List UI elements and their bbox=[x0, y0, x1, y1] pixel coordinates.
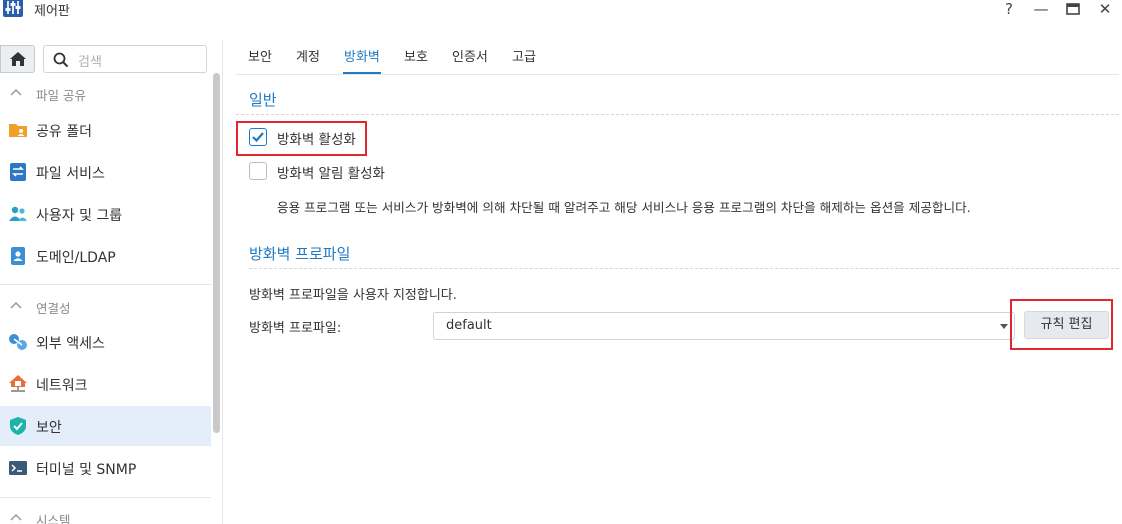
sidebar-item-label: 보안 bbox=[36, 420, 62, 436]
sidebar-item-label: 네트워크 bbox=[36, 378, 88, 394]
sidebar-item-label: 터미널 및 SNMP bbox=[36, 462, 137, 478]
users-groups-icon bbox=[9, 206, 27, 221]
tab-protection[interactable]: 보호 bbox=[404, 46, 428, 65]
tab-certificate[interactable]: 인증서 bbox=[452, 46, 488, 65]
chevron-up-icon bbox=[10, 513, 22, 521]
tab-security[interactable]: 보안 bbox=[248, 46, 272, 65]
title-bar: 제어판 ? — ✕ bbox=[0, 0, 1122, 19]
shared-folder-icon bbox=[9, 124, 27, 137]
sidebar-divider bbox=[0, 284, 211, 285]
firewall-profile-value: default bbox=[446, 318, 492, 333]
search-input[interactable]: 검색 bbox=[43, 45, 207, 73]
section-title-general: 일반 bbox=[249, 91, 277, 109]
active-tab-indicator bbox=[343, 72, 381, 74]
section-title-profile: 방화벽 프로파일 bbox=[249, 245, 351, 263]
sidebar-border bbox=[222, 40, 223, 524]
category-label: 파일 공유 bbox=[36, 88, 86, 103]
notification-description: 응용 프로그램 또는 서비스가 방화벽에 의해 차단될 때 알려주고 해당 서비… bbox=[277, 200, 971, 215]
enable-firewall-checkbox[interactable] bbox=[249, 128, 267, 146]
firewall-profile-select[interactable]: default bbox=[433, 312, 1015, 340]
window-title: 제어판 bbox=[34, 4, 70, 19]
edit-rules-button[interactable]: 규칙 편집 bbox=[1024, 311, 1109, 339]
maximize-icon[interactable] bbox=[1063, 0, 1083, 18]
control-panel-app-icon bbox=[3, 0, 23, 17]
profile-description: 방화벽 프로파일을 사용자 지정합니다. bbox=[249, 288, 457, 303]
tabs-divider bbox=[236, 74, 1119, 75]
sidebar-scrollbar[interactable] bbox=[213, 73, 220, 433]
sidebar-divider bbox=[0, 497, 211, 498]
file-services-icon bbox=[10, 163, 26, 181]
sidebar-item-label: 공유 폴더 bbox=[36, 124, 92, 140]
category-label: 시스템 bbox=[36, 513, 71, 524]
section-divider bbox=[236, 114, 1119, 115]
home-icon bbox=[10, 52, 26, 66]
checkmark-icon bbox=[252, 132, 264, 143]
category-file-sharing[interactable]: 파일 공유 bbox=[0, 83, 210, 105]
sidebar-item-shared-folder[interactable]: 공유 폴더 bbox=[0, 110, 211, 150]
external-access-icon bbox=[9, 334, 27, 350]
enable-firewall-label: 방화벽 활성화 bbox=[277, 132, 356, 148]
sidebar-item-external-access[interactable]: 외부 액세스 bbox=[0, 322, 211, 362]
tab-advanced[interactable]: 고급 bbox=[512, 46, 536, 65]
profile-field-label: 방화벽 프로파일: bbox=[249, 321, 342, 336]
sidebar-item-file-services[interactable]: 파일 서비스 bbox=[0, 152, 211, 192]
sidebar-item-terminal-snmp[interactable]: 터미널 및 SNMP bbox=[0, 448, 211, 488]
help-icon[interactable]: ? bbox=[999, 0, 1019, 18]
chevron-up-icon bbox=[10, 301, 22, 309]
sidebar-item-network[interactable]: 네트워크 bbox=[0, 364, 211, 404]
terminal-icon bbox=[9, 461, 27, 475]
enable-notifications-label: 방화벽 알림 활성화 bbox=[277, 166, 385, 182]
category-label: 연결성 bbox=[36, 301, 71, 316]
search-icon bbox=[53, 52, 69, 68]
network-icon bbox=[9, 375, 27, 392]
chevron-down-icon bbox=[1000, 324, 1008, 329]
tab-firewall[interactable]: 방화벽 bbox=[344, 46, 380, 65]
sidebar-item-label: 파일 서비스 bbox=[36, 166, 105, 182]
sidebar-item-label: 외부 액세스 bbox=[36, 336, 105, 352]
sidebar-item-security[interactable]: 보안 bbox=[0, 406, 211, 446]
chevron-up-icon bbox=[10, 88, 22, 96]
section-divider bbox=[249, 268, 1119, 269]
sidebar-item-label: 사용자 및 그룹 bbox=[36, 208, 123, 224]
sidebar-item-label: 도메인/LDAP bbox=[36, 250, 116, 266]
enable-notifications-checkbox[interactable] bbox=[249, 162, 267, 180]
category-connectivity[interactable]: 연결성 bbox=[0, 296, 210, 318]
tab-account[interactable]: 계정 bbox=[296, 46, 320, 65]
close-icon[interactable]: ✕ bbox=[1095, 0, 1115, 18]
sidebar-item-domain-ldap[interactable]: 도메인/LDAP bbox=[0, 236, 211, 276]
category-system[interactable]: 시스템 bbox=[0, 508, 210, 524]
security-shield-icon bbox=[10, 417, 26, 435]
search-placeholder: 검색 bbox=[78, 55, 102, 70]
home-button[interactable] bbox=[0, 45, 35, 73]
sidebar-item-users-groups[interactable]: 사용자 및 그룹 bbox=[0, 194, 211, 234]
minimize-icon[interactable]: — bbox=[1031, 0, 1051, 18]
domain-ldap-icon bbox=[11, 247, 25, 265]
